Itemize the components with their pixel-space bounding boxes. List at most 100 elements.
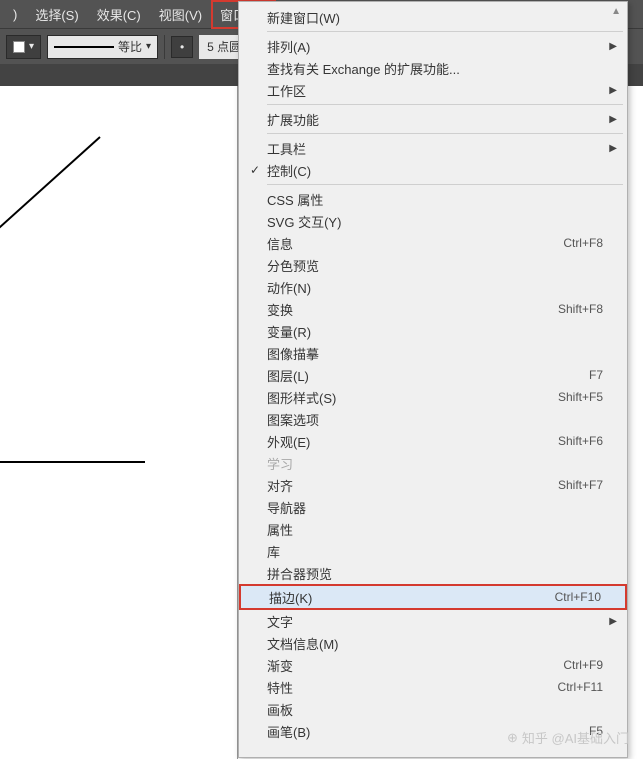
menu-item[interactable]: 图像描摹 (239, 342, 627, 364)
menu-item[interactable]: 画笔(B)F5 (239, 720, 627, 742)
menu-item-label: 画板 (267, 700, 603, 719)
canvas-area[interactable] (0, 86, 238, 759)
menu-item[interactable]: CSS 属性 (239, 188, 627, 210)
menu-item[interactable]: 信息Ctrl+F8 (239, 232, 627, 254)
menu-item[interactable]: 描边(K)Ctrl+F10 (239, 584, 627, 610)
menu-item-label: 对齐 (267, 476, 558, 495)
menu-item-label: 扩展功能 (267, 110, 603, 129)
menu-item-label: 描边(K) (269, 588, 555, 607)
menu-item[interactable]: 排列(A)▶ (239, 35, 627, 57)
menu-item-label: 新建窗口(W) (267, 8, 603, 27)
menu-item-shortcut: Ctrl+F10 (555, 590, 601, 604)
menu-separator (267, 184, 623, 185)
menu-item-label: 画笔(B) (267, 722, 589, 741)
menu-item[interactable]: 图案选项 (239, 408, 627, 430)
menu-item[interactable]: ✓控制(C) (239, 159, 627, 181)
chevron-down-icon: ▾ (146, 41, 151, 52)
menu-item-shortcut: Ctrl+F8 (563, 236, 603, 250)
menu-item[interactable]: 渐变Ctrl+F9 (239, 654, 627, 676)
menu-item[interactable]: 扩展功能▶ (239, 108, 627, 130)
bullet-toggle[interactable]: • (171, 36, 193, 58)
menu-item-label: 变量(R) (267, 322, 603, 341)
menu-item-label: 渐变 (267, 656, 563, 675)
menu-item[interactable]: 新建窗口(W) (239, 6, 627, 28)
menu-item: 学习 (239, 452, 627, 474)
menu-item[interactable]: 查找有关 Exchange 的扩展功能... (239, 57, 627, 79)
menu-item-label: 分色预览 (267, 256, 603, 275)
menu-item[interactable]: 变量(R) (239, 320, 627, 342)
menu-item-label: 排列(A) (267, 37, 603, 56)
menu-item[interactable]: 导航器 (239, 496, 627, 518)
menu-item-label: 外观(E) (267, 432, 558, 451)
menu-item-label: 图形样式(S) (267, 388, 558, 407)
stroke-style-dropdown[interactable]: 等比 ▾ (47, 35, 158, 59)
menu-item[interactable]: 工具栏▶ (239, 137, 627, 159)
menu-item-label: 学习 (267, 454, 603, 473)
menu-item-label: 属性 (267, 520, 603, 539)
menu-item[interactable]: 变换Shift+F8 (239, 298, 627, 320)
menu-item[interactable]: 图层(L)F7 (239, 364, 627, 386)
menu-item-label: 工作区 (267, 81, 603, 100)
window-menu-dropdown: ▲ 新建窗口(W)排列(A)▶查找有关 Exchange 的扩展功能...工作区… (238, 1, 628, 758)
scale-label: 等比 (118, 38, 142, 55)
menu-item[interactable]: 动作(N) (239, 276, 627, 298)
menu-item[interactable]: 对齐Shift+F7 (239, 474, 627, 496)
submenu-arrow-icon: ▶ (603, 114, 617, 125)
menu-item[interactable]: 图形样式(S)Shift+F5 (239, 386, 627, 408)
menu-item-label: 工具栏 (267, 139, 603, 158)
stroke-color-dropdown[interactable]: ▾ (6, 35, 41, 59)
menu-item-label: 图案选项 (267, 410, 603, 429)
menu-separator (267, 104, 623, 105)
chevron-down-icon: ▾ (29, 41, 34, 52)
menu-item-label: 文档信息(M) (267, 634, 603, 653)
drawn-line-2 (0, 461, 145, 463)
menu-item-label: 变换 (267, 300, 558, 319)
menu-item-shortcut: Ctrl+F9 (563, 658, 603, 672)
menu-separator (267, 31, 623, 32)
menu-item[interactable]: 分色预览 (239, 254, 627, 276)
menu-item[interactable]: 属性 (239, 518, 627, 540)
menu-item-label: 信息 (267, 234, 563, 253)
menu-item-label: 库 (267, 542, 603, 561)
drawn-line-1 (0, 136, 101, 238)
menu-item[interactable]: 画板 (239, 698, 627, 720)
menu-item-label: CSS 属性 (267, 190, 603, 209)
menu-item-shortcut: Shift+F7 (558, 478, 603, 492)
submenu-arrow-icon: ▶ (603, 143, 617, 154)
menu-item-label: 图像描摹 (267, 344, 603, 363)
menu-item-label: 控制(C) (267, 161, 603, 180)
menu-effect[interactable]: 效果(C) (88, 0, 150, 29)
menu-item[interactable]: 拼合器预览 (239, 562, 627, 584)
menu-view[interactable]: 视图(V) (150, 0, 211, 29)
menu-item-label: 动作(N) (267, 278, 603, 297)
menu-item-shortcut: Ctrl+F11 (558, 680, 603, 694)
menu-item-shortcut: F5 (589, 724, 603, 738)
line-preview-icon (54, 46, 114, 48)
menu-item-label: SVG 交互(Y) (267, 212, 603, 231)
menu-item-label: 特性 (267, 678, 558, 697)
menu-item-label: 拼合器预览 (267, 564, 603, 583)
menu-item[interactable]: 外观(E)Shift+F6 (239, 430, 627, 452)
menu-select[interactable]: 选择(S) (26, 0, 87, 29)
menu-item[interactable]: 特性Ctrl+F11 (239, 676, 627, 698)
menu-item-label: 查找有关 Exchange 的扩展功能... (267, 59, 603, 78)
menu-item-shortcut: Shift+F5 (558, 390, 603, 404)
menu-item[interactable]: 文字▶ (239, 610, 627, 632)
toolbar-separator (164, 35, 165, 59)
menu-item[interactable]: 文档信息(M) (239, 632, 627, 654)
menu-item[interactable]: 工作区▶ (239, 79, 627, 101)
check-icon: ✓ (243, 163, 267, 177)
menu-item[interactable]: SVG 交互(Y) (239, 210, 627, 232)
menu-separator (267, 133, 623, 134)
menu-item-label: 文字 (267, 612, 603, 631)
menu-item-shortcut: Shift+F8 (558, 302, 603, 316)
submenu-arrow-icon: ▶ (603, 41, 617, 52)
submenu-arrow-icon: ▶ (603, 85, 617, 96)
menu-fragment[interactable]: ) (4, 2, 26, 27)
menu-item-label: 导航器 (267, 498, 603, 517)
dot-icon: • (180, 40, 184, 54)
submenu-arrow-icon: ▶ (603, 616, 617, 627)
menu-item-shortcut: F7 (589, 368, 603, 382)
menu-item-label: 图层(L) (267, 366, 589, 385)
menu-item[interactable]: 库 (239, 540, 627, 562)
